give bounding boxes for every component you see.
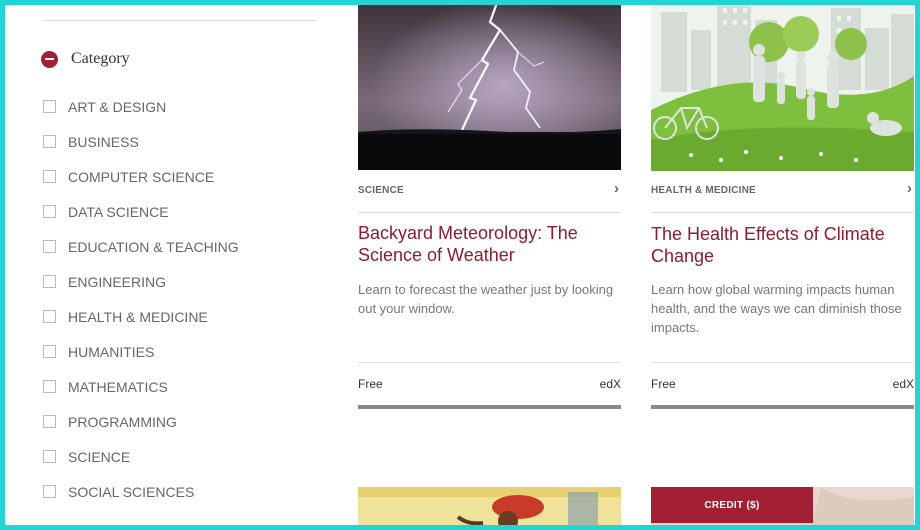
checkbox[interactable] bbox=[43, 415, 56, 428]
category-label: EDUCATION & TEACHING bbox=[68, 238, 239, 255]
category-label: ART & DESIGN bbox=[68, 98, 167, 115]
category-item-art-design[interactable]: ART & DESIGN bbox=[43, 89, 239, 124]
credit-button[interactable]: CREDIT ($) bbox=[651, 487, 813, 523]
category-label: BUSINESS bbox=[68, 133, 139, 150]
category-toggle[interactable]: Category bbox=[41, 50, 130, 68]
course-image-family-park[interactable] bbox=[651, 0, 914, 171]
category-list: ART & DESIGN BUSINESS COMPUTER SCIENCE D… bbox=[43, 89, 239, 509]
category-label: SOCIAL SCIENCES bbox=[68, 483, 195, 500]
category-item-programming[interactable]: PROGRAMMING bbox=[43, 404, 239, 439]
course-title[interactable]: Backyard Meteorology: The Science of Wea… bbox=[358, 222, 621, 266]
category-item-humanities[interactable]: HUMANITIES bbox=[43, 334, 239, 369]
checkbox[interactable] bbox=[43, 450, 56, 463]
category-label: COMPUTER SCIENCE bbox=[68, 168, 215, 185]
category-label: MATHEMATICS bbox=[68, 378, 168, 395]
category-item-education-teaching[interactable]: EDUCATION & TEACHING bbox=[43, 229, 239, 264]
checkbox[interactable] bbox=[43, 310, 56, 323]
category-label: DATA SCIENCE bbox=[68, 203, 169, 220]
course-title[interactable]: The Health Effects of Climate Change bbox=[651, 223, 914, 267]
checkbox[interactable] bbox=[43, 345, 56, 358]
checkbox[interactable] bbox=[43, 380, 56, 393]
category-label: HEALTH & MEDICINE bbox=[68, 308, 208, 325]
category-label: ENGINEERING bbox=[68, 273, 167, 290]
category-label: HUMANITIES bbox=[68, 343, 155, 360]
course-price: Free bbox=[651, 377, 676, 391]
category-heading: Category bbox=[71, 50, 130, 67]
checkbox[interactable] bbox=[43, 240, 56, 253]
course-category: SCIENCE bbox=[358, 185, 404, 196]
filter-divider bbox=[42, 20, 317, 21]
card-bottom-bar bbox=[651, 405, 914, 409]
card-footer-divider bbox=[651, 362, 914, 363]
category-item-engineering[interactable]: ENGINEERING bbox=[43, 264, 239, 299]
card-footer-divider bbox=[358, 362, 621, 363]
course-provider: edX bbox=[599, 377, 621, 391]
category-item-mathematics[interactable]: MATHEMATICS bbox=[43, 369, 239, 404]
category-label: SCIENCE bbox=[68, 448, 131, 465]
chevron-right-icon[interactable]: › bbox=[907, 180, 912, 197]
category-item-computer-science[interactable]: COMPUTER SCIENCE bbox=[43, 159, 239, 194]
category-item-social-sciences[interactable]: SOCIAL SCIENCES bbox=[43, 474, 239, 509]
checkbox[interactable] bbox=[43, 170, 56, 183]
checkbox[interactable] bbox=[43, 485, 56, 498]
category-item-health-medicine[interactable]: HEALTH & MEDICINE bbox=[43, 299, 239, 334]
category-item-data-science[interactable]: DATA SCIENCE bbox=[43, 194, 239, 229]
minus-circle-icon[interactable] bbox=[41, 50, 58, 68]
checkbox[interactable] bbox=[43, 205, 56, 218]
course-image-illustration[interactable] bbox=[358, 487, 621, 530]
card-divider bbox=[651, 212, 914, 213]
course-price: Free bbox=[358, 377, 383, 391]
category-label: PROGRAMMING bbox=[68, 413, 177, 430]
course-description: Learn how global warming impacts human h… bbox=[651, 282, 902, 335]
filter-section-label: AVAILABILITY bbox=[42, 0, 157, 8]
checkbox[interactable] bbox=[43, 135, 56, 148]
course-description: Learn to forecast the weather just by lo… bbox=[358, 282, 614, 316]
card-bottom-bar bbox=[358, 405, 621, 409]
checkbox[interactable] bbox=[43, 100, 56, 113]
course-category: HEALTH & MEDICINE bbox=[651, 185, 756, 196]
card-divider bbox=[358, 212, 621, 213]
category-item-science[interactable]: SCIENCE bbox=[43, 439, 239, 474]
category-item-business[interactable]: BUSINESS bbox=[43, 124, 239, 159]
course-provider: edX bbox=[892, 377, 914, 391]
checkbox[interactable] bbox=[43, 275, 56, 288]
course-image-lightning[interactable] bbox=[358, 0, 621, 170]
chevron-right-icon[interactable]: › bbox=[614, 180, 619, 197]
